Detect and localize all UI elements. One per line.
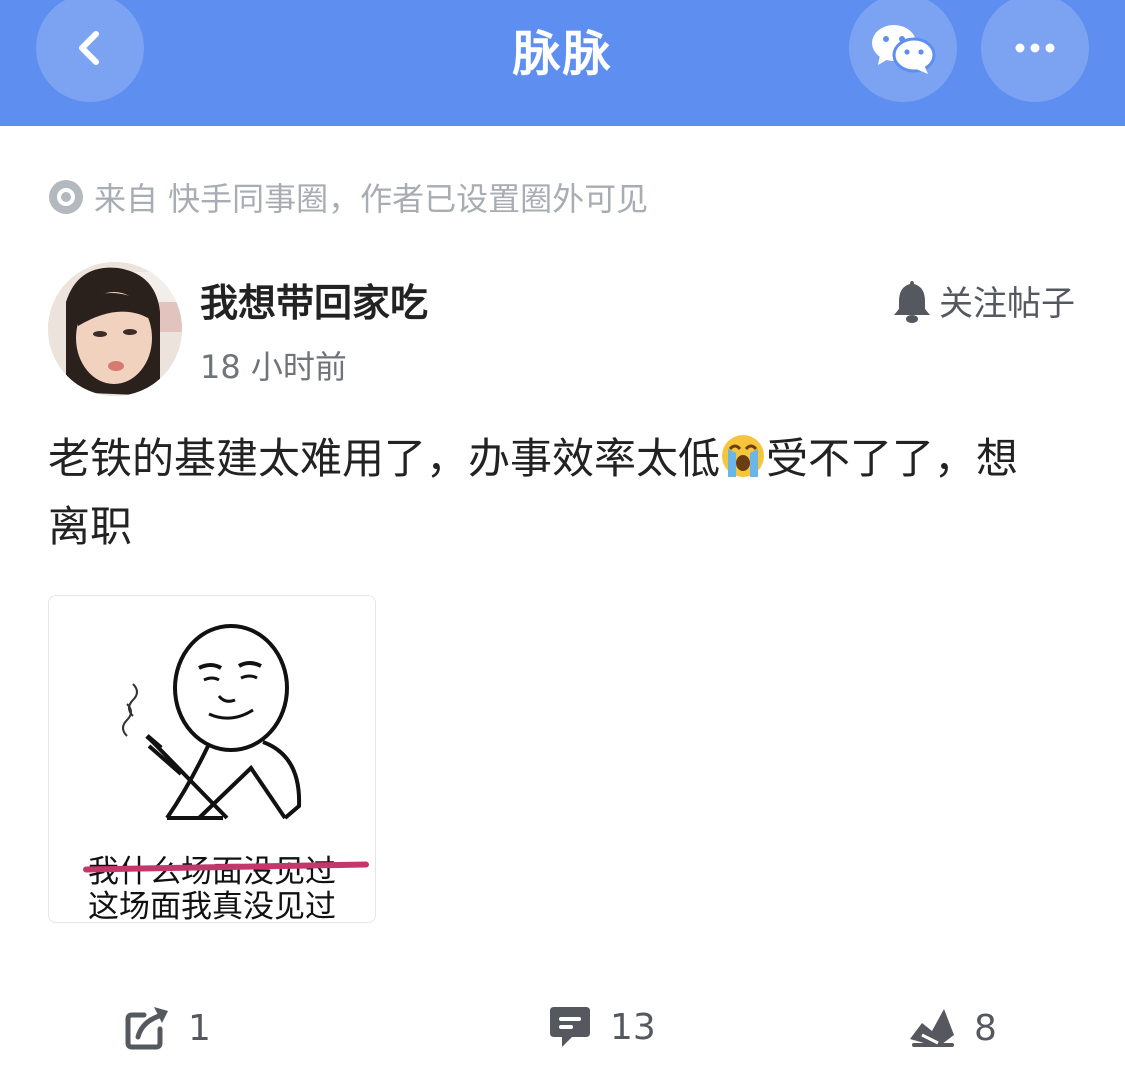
- comment-button[interactable]: 13: [548, 1005, 656, 1049]
- like-count: 8: [974, 1007, 997, 1049]
- share-button[interactable]: 1: [124, 1005, 211, 1051]
- post-time: 18 小时前: [200, 348, 347, 386]
- avatar-photo: [48, 262, 182, 396]
- avatar[interactable]: [48, 262, 182, 396]
- wechat-icon: [872, 25, 936, 74]
- circle-source-icon: [49, 180, 83, 214]
- follow-post-button[interactable]: 关注帖子: [893, 276, 1075, 325]
- post-text-part1: 老铁的基建太难用了，办事效率太低: [48, 434, 721, 483]
- more-button[interactable]: [981, 0, 1089, 102]
- author-name[interactable]: 我想带回家吃: [200, 272, 428, 327]
- share-count: 1: [188, 1007, 211, 1049]
- wechat-share-button[interactable]: [849, 0, 957, 102]
- post-content: 老铁的基建太难用了，办事效率太低 受不了了，想离职: [48, 425, 1048, 561]
- like-button[interactable]: 8: [908, 1005, 997, 1051]
- meme-drawing: [122, 624, 302, 820]
- follow-post-label: 关注帖子: [939, 284, 1075, 324]
- image-caption: 这场面我真没见过: [88, 889, 336, 923]
- comment-count: 13: [610, 1006, 656, 1048]
- comment-icon: [550, 1007, 590, 1047]
- more-icon: [1015, 43, 1055, 53]
- crying-face-icon: [722, 435, 765, 477]
- like-icon: [910, 1009, 954, 1047]
- action-bar: 1 13 8: [0, 1005, 1125, 1065]
- post-source[interactable]: 来自 快手同事圈，作者已设置圈外可见: [48, 174, 648, 220]
- bell-icon: [894, 280, 930, 323]
- top-bar: 脉脉: [0, 0, 1125, 126]
- post-source-text: 来自 快手同事圈，作者已设置圈外可见: [94, 180, 649, 218]
- post-image[interactable]: 我什么场面没见过 这场面我真没见过: [48, 595, 376, 923]
- share-icon: [125, 1007, 168, 1050]
